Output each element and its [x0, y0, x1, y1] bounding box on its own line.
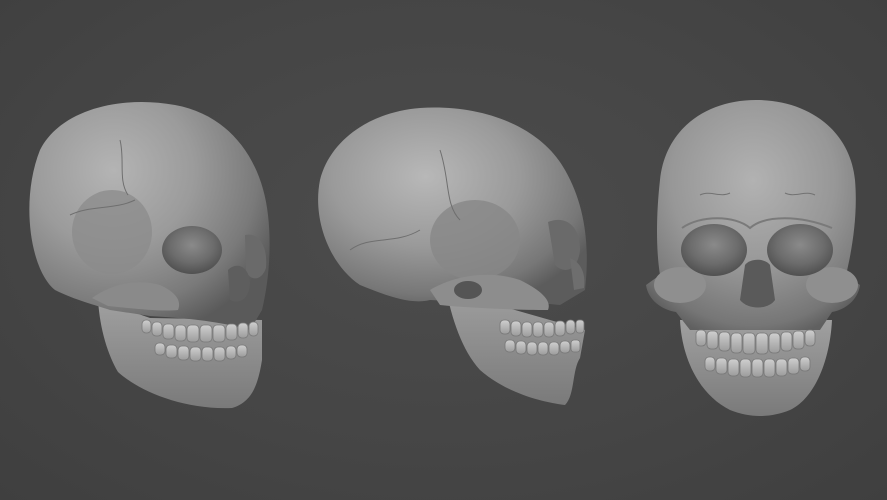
- temporal-fossa: [430, 200, 520, 280]
- temporal-fossa: [72, 190, 152, 274]
- eye-socket-left: [162, 226, 222, 274]
- nasal-cavity: [740, 259, 775, 308]
- skull-side: [318, 107, 587, 405]
- eye-socket-left: [681, 224, 747, 276]
- ear-canal: [454, 281, 482, 299]
- lower-teeth: [704, 356, 811, 378]
- skull-three-quarter: [29, 102, 270, 409]
- skull-render-scene: [29, 100, 860, 416]
- viewport-canvas: [0, 0, 887, 500]
- skull-front: [646, 100, 860, 416]
- eye-socket-right: [767, 224, 833, 276]
